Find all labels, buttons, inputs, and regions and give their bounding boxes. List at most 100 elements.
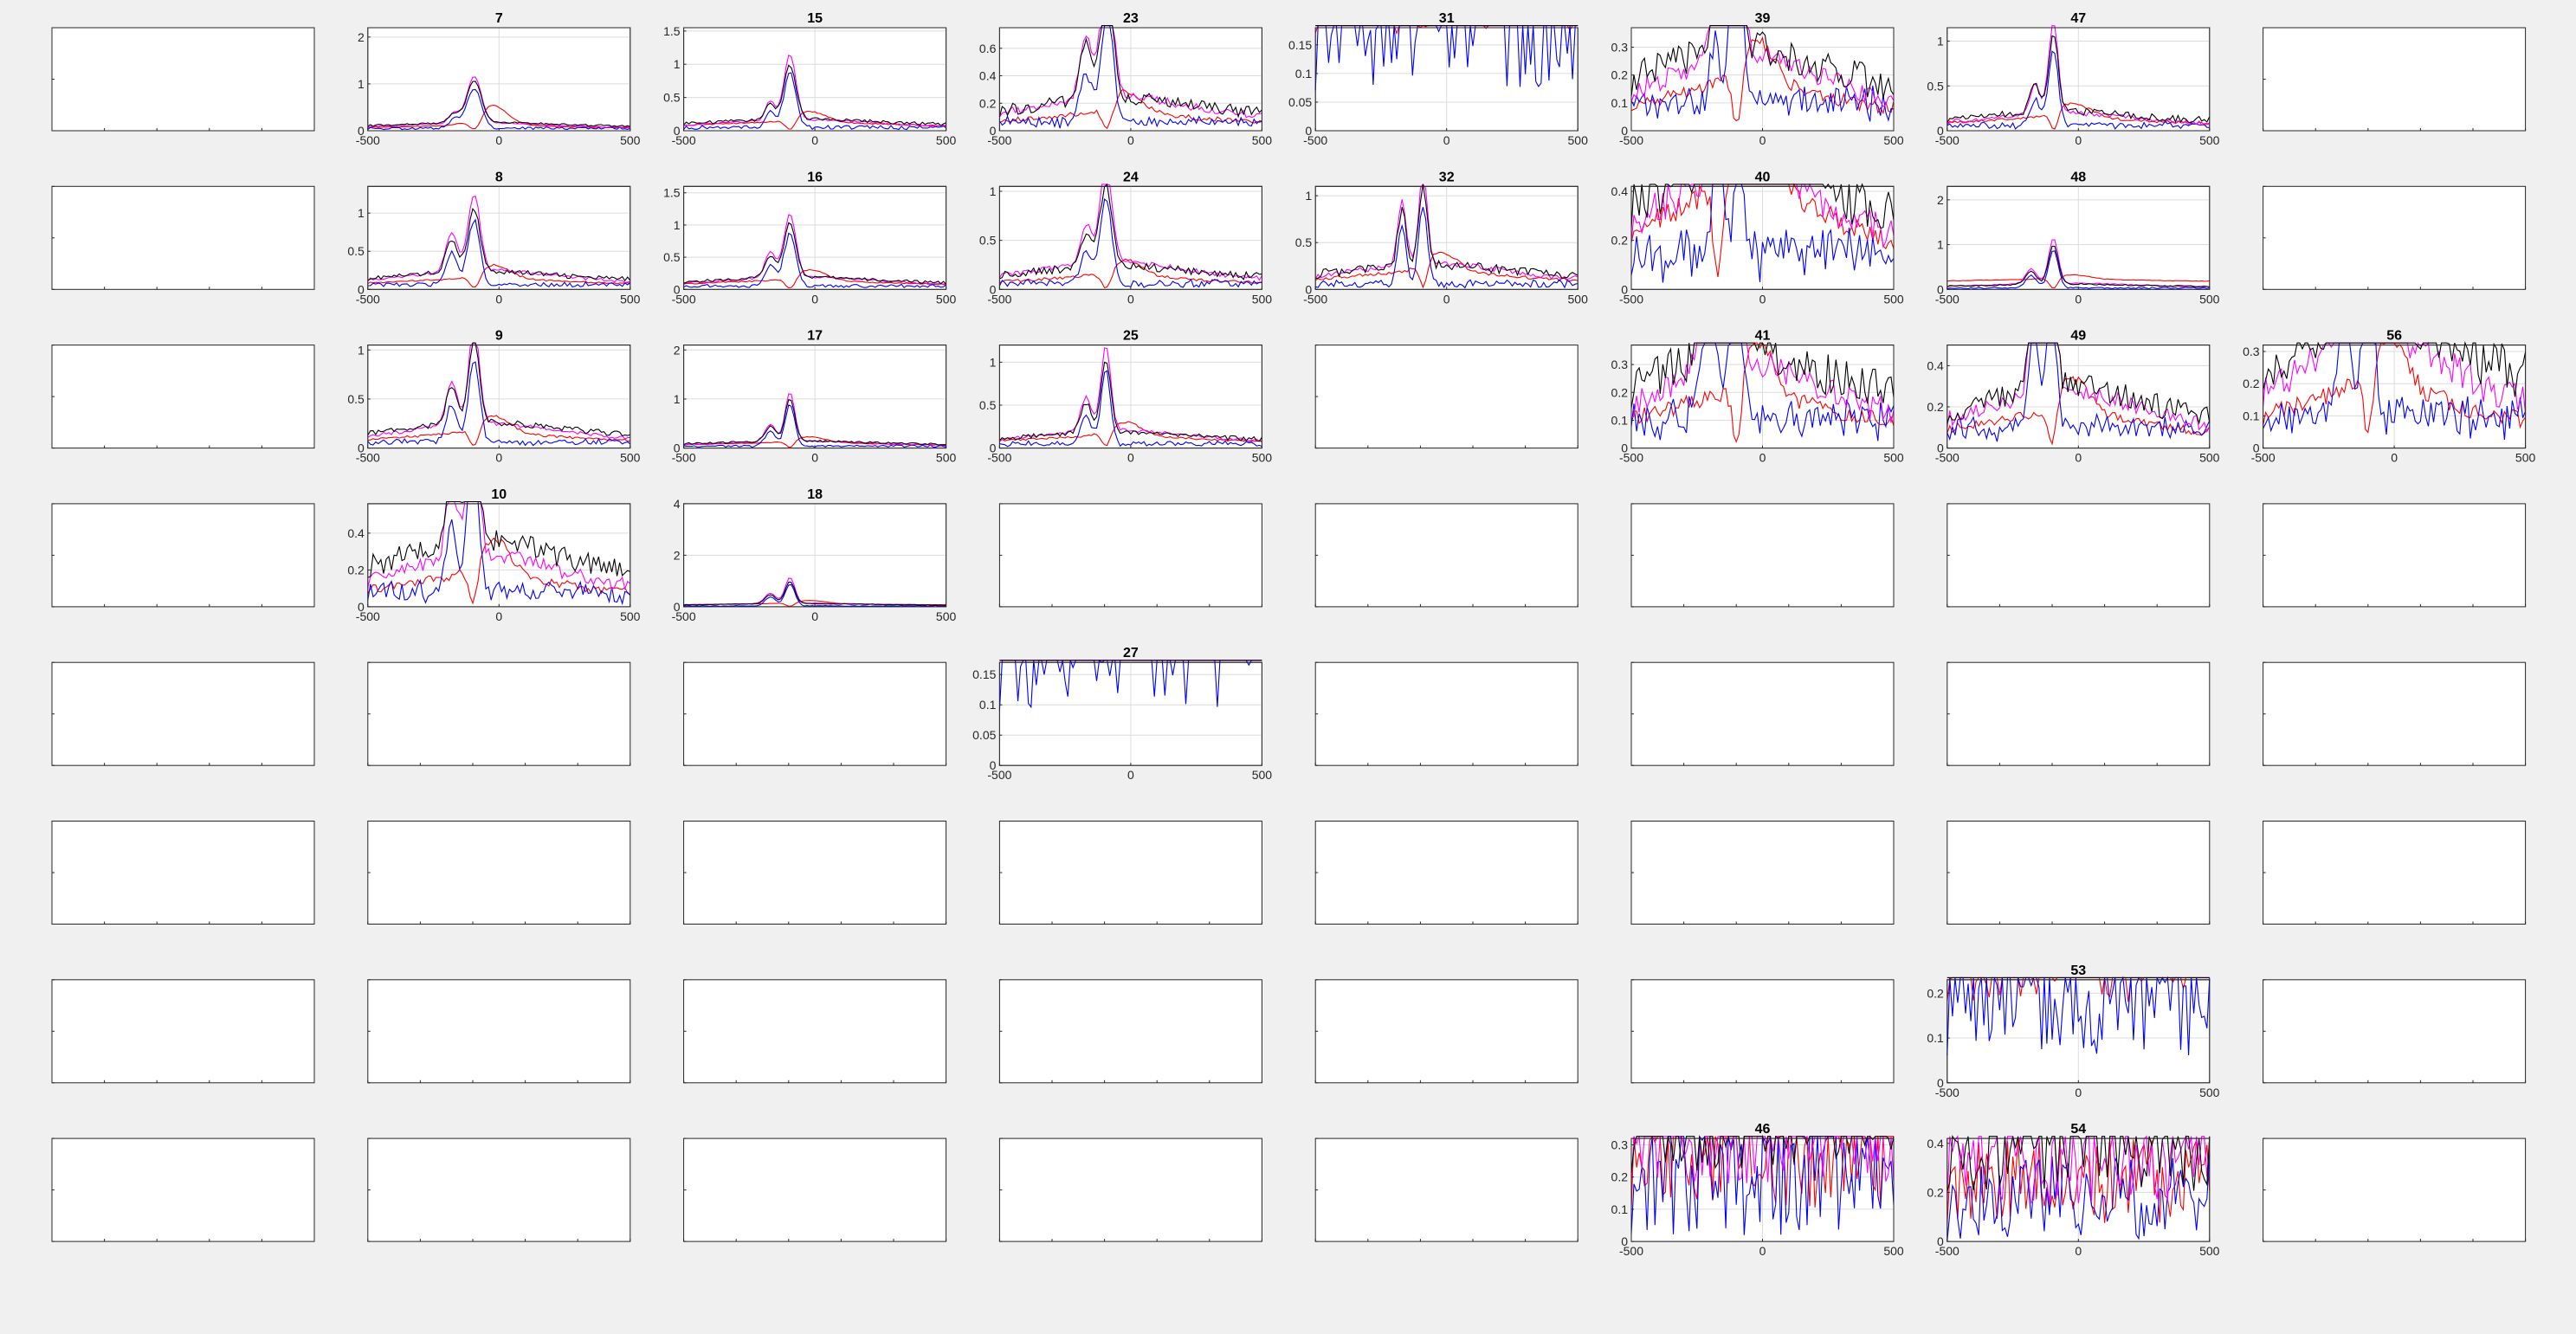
axes-box (2263, 821, 2527, 925)
y-tick-label: 0 (990, 282, 997, 296)
axes-box (51, 185, 315, 290)
axes-box (1630, 821, 1895, 925)
y-tick-label: 0 (674, 600, 681, 614)
x-tick-label: 0 (811, 609, 818, 623)
subplot-title: 48 (2070, 170, 2086, 184)
y-tick-label: 1.5 (663, 186, 681, 200)
y-tick-label: 4 (674, 497, 681, 511)
x-tick-label: 500 (936, 292, 957, 306)
axes-box (367, 1137, 631, 1242)
y-tick-label: 1 (1937, 35, 1944, 48)
x-tick-label: 0 (1759, 133, 1766, 147)
subplot-title: 25 (1123, 329, 1139, 344)
x-tick-label: 500 (2199, 133, 2220, 147)
axes-box (2263, 661, 2527, 766)
subplot-title: 8 (495, 170, 503, 184)
x-tick-label: 0 (495, 609, 502, 623)
axes-box (2263, 1137, 2527, 1242)
y-tick-label: 0.1 (1927, 1031, 1944, 1045)
x-tick-label: 500 (1252, 133, 1273, 147)
axes-box (1314, 503, 1579, 608)
empty-axes (1314, 821, 1579, 925)
axes-box (683, 661, 947, 766)
y-tick-label: 1 (674, 57, 681, 71)
empty-axes (1314, 503, 1579, 608)
empty-axes (683, 979, 947, 1084)
axes-box (367, 661, 631, 766)
subplot-8: 8-500 0 50000.51 (347, 170, 640, 306)
subplot-32: 32-500 0 50000.51 (1295, 170, 1588, 306)
empty-axes (2263, 979, 2527, 1084)
subplot-31: 31-500 0 50000.050.10.15 (1288, 11, 1588, 147)
y-tick-label: 0.5 (347, 392, 365, 406)
y-tick-label: 0 (358, 124, 365, 138)
empty-axes (1630, 821, 1895, 925)
y-tick-label: 1 (1937, 238, 1944, 252)
y-tick-label: 0.2 (2243, 377, 2260, 390)
subplot-title: 9 (495, 329, 503, 344)
y-tick-label: 0.1 (1611, 413, 1629, 427)
y-tick-label: 0.05 (1288, 95, 1312, 109)
axes-box (998, 1137, 1262, 1242)
empty-axes (998, 979, 1262, 1084)
subplot-title: 56 (2386, 329, 2402, 344)
subplot-title: 39 (1755, 11, 1771, 26)
y-tick-label: 0 (358, 600, 365, 614)
axes-box (998, 821, 1262, 925)
y-tick-label: 2 (674, 548, 681, 562)
subplot-41: 41-500 0 50000.10.20.3 (1611, 329, 1904, 465)
y-tick-label: 0 (990, 441, 997, 455)
y-tick-label: 0 (674, 282, 681, 296)
y-tick-label: 0.05 (972, 728, 996, 742)
empty-axes (1314, 661, 1579, 766)
empty-axes (1314, 1137, 1579, 1242)
y-tick-label: 0 (1937, 282, 1944, 296)
axes-box (998, 503, 1262, 608)
x-tick-label: 0 (811, 451, 818, 465)
x-tick-label: 0 (1759, 292, 1766, 306)
subplot-title: 41 (1755, 329, 1771, 344)
subplot-title: 16 (807, 170, 823, 184)
empty-axes (51, 345, 315, 449)
y-tick-label: 0 (990, 758, 997, 772)
y-tick-label: 0.3 (1611, 41, 1629, 55)
y-tick-label: 0 (990, 124, 997, 138)
y-tick-label: 0.5 (1295, 235, 1313, 249)
y-tick-label: 0 (674, 441, 681, 455)
subplot-56: 56-500 0 50000.10.20.3 (2243, 329, 2535, 465)
x-tick-label: 0 (1127, 451, 1134, 465)
y-tick-label: 0 (1937, 441, 1944, 455)
empty-axes (2263, 185, 2527, 290)
y-tick-label: 1 (674, 392, 681, 406)
axes-box (1947, 503, 2211, 608)
x-tick-label: 0 (495, 292, 502, 306)
y-tick-label: 2 (1937, 193, 1944, 207)
y-tick-label: 0.3 (2243, 345, 2260, 358)
empty-axes (1630, 661, 1895, 766)
y-tick-label: 0.5 (979, 234, 997, 248)
subplot-39: 39-500 0 50000.10.20.3 (1611, 11, 1904, 147)
y-tick-label: 0.2 (1927, 400, 1944, 414)
y-tick-label: 0.4 (1927, 1137, 1944, 1150)
axes-box (51, 661, 315, 766)
subplot-18: 18-500 0 500024 (672, 487, 957, 623)
x-tick-label: 0 (2075, 1244, 2082, 1258)
subplot-title: 31 (1439, 11, 1455, 26)
subplot-16: 16-500 0 50000.511.5 (663, 170, 956, 306)
x-tick-label: 500 (936, 451, 957, 465)
subplot-title: 54 (2070, 1122, 2086, 1137)
subplot-15: 15-500 0 50000.511.5 (663, 11, 956, 147)
x-tick-label: 0 (1443, 292, 1450, 306)
y-tick-label: 0 (1621, 441, 1628, 455)
axes-box (2263, 27, 2527, 132)
axes-box (1314, 821, 1579, 925)
y-tick-label: 0.1 (2243, 409, 2260, 422)
x-tick-label: 500 (620, 133, 641, 147)
x-tick-label: 500 (1568, 133, 1589, 147)
axes-box (683, 821, 947, 925)
x-tick-label: 500 (936, 609, 957, 623)
empty-axes (367, 821, 631, 925)
axes-box (51, 821, 315, 925)
x-tick-label: 0 (1443, 133, 1450, 147)
empty-axes (2263, 821, 2527, 925)
